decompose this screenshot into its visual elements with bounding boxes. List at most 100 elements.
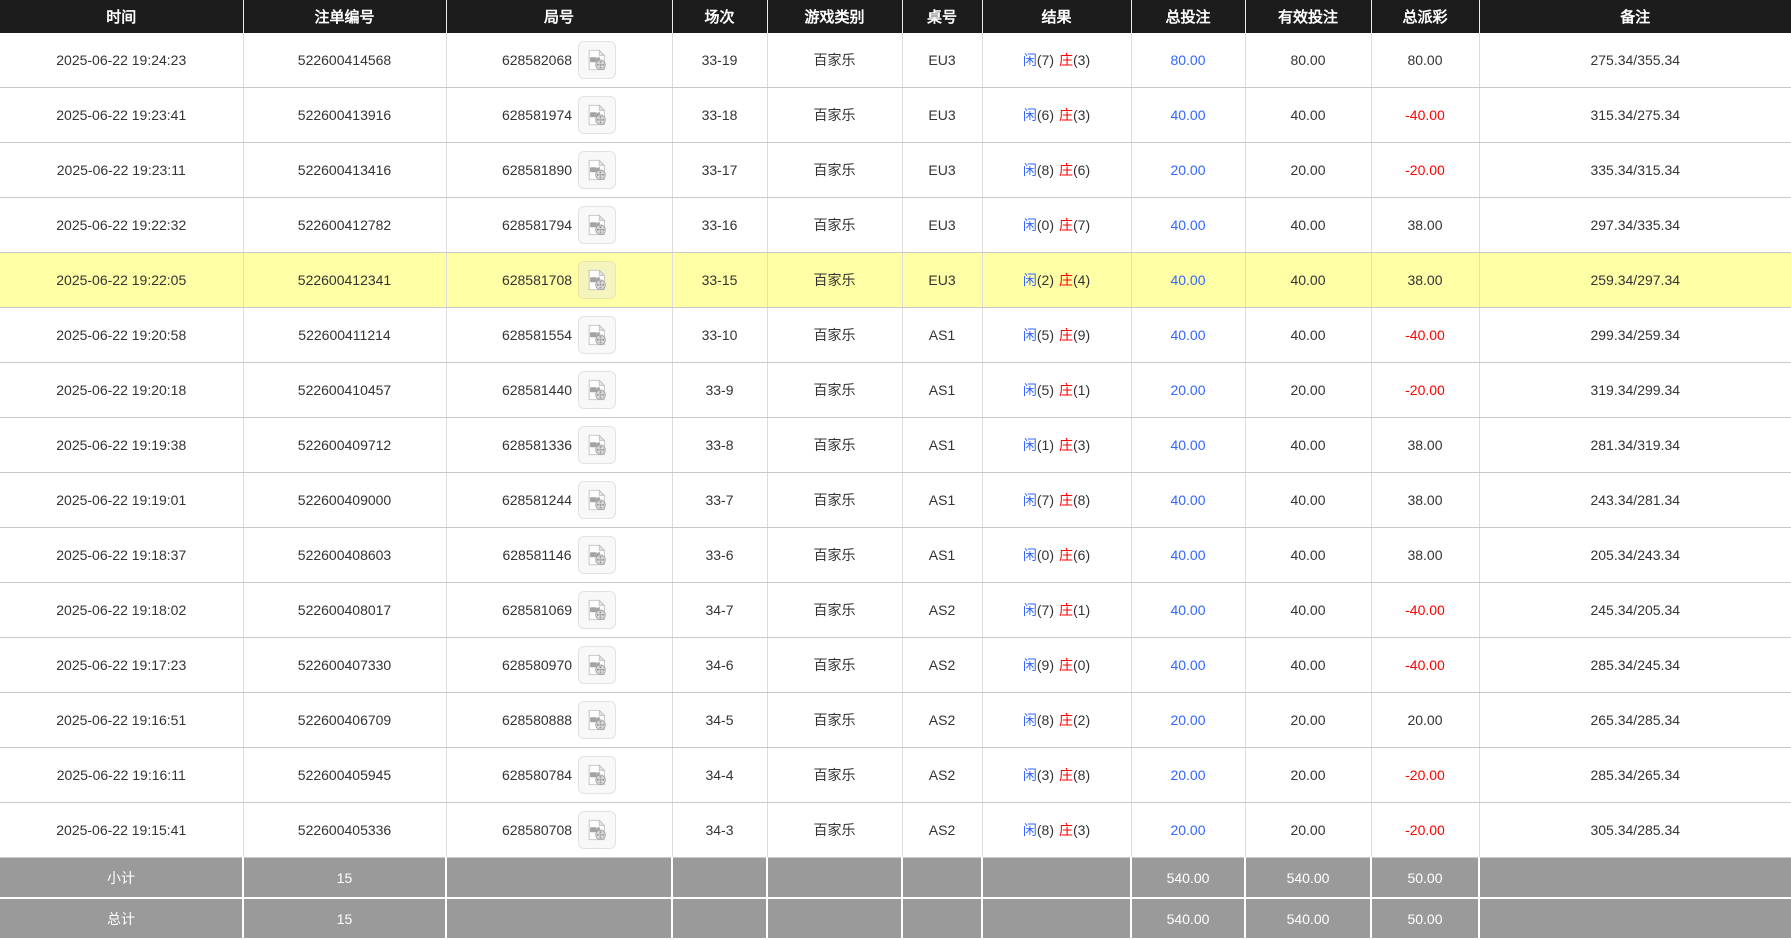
cell-table-id: AS1: [902, 362, 983, 418]
column-header-table_id: 桌号: [902, 0, 983, 33]
cell-bet-id: 522600409000: [243, 472, 447, 528]
table-header-row: 时间 注单编号 局号 场次 游戏类别 桌号 结果 总投注 有效投注 总派彩 备注: [0, 0, 1791, 33]
result-banker-label: 庄: [1059, 437, 1073, 453]
result-banker-score: (7): [1073, 217, 1091, 233]
table-row[interactable]: 2025-06-22 19:23:11 522600413416 6285818…: [0, 142, 1791, 198]
table-row[interactable]: 2025-06-22 19:19:38 522600409712 6285813…: [0, 417, 1791, 473]
video-playback-button[interactable]: [578, 756, 617, 794]
cell-valid-bet: 40.00: [1245, 417, 1372, 473]
table-row[interactable]: 2025-06-22 19:16:11 522600405945 6285807…: [0, 747, 1791, 803]
result-banker-label: 庄: [1059, 602, 1073, 618]
result-banker-label: 庄: [1059, 272, 1073, 288]
result-player-score: (5): [1036, 327, 1054, 343]
table-row[interactable]: 2025-06-22 19:18:02 522600408017 6285810…: [0, 582, 1791, 638]
video-playback-button[interactable]: [578, 261, 617, 299]
video-playback-icon: [585, 708, 609, 732]
video-playback-icon: [585, 158, 609, 182]
video-playback-button[interactable]: [578, 151, 617, 189]
table-row[interactable]: 2025-06-22 19:15:41 522600405336 6285807…: [0, 802, 1791, 858]
cell-time: 2025-06-22 19:18:37: [0, 527, 244, 583]
video-playback-icon: [585, 48, 609, 72]
cell-bet-id: 522600408017: [243, 582, 447, 638]
round-number: 628581974: [501, 107, 573, 123]
cell-valid-bet: 40.00: [1245, 472, 1372, 528]
column-header-session: 场次: [672, 0, 768, 33]
cell-payout: -20.00: [1371, 142, 1480, 198]
cell-game-type: 百家乐: [767, 252, 903, 308]
video-playback-icon: [585, 598, 609, 622]
cell-time: 2025-06-22 19:18:02: [0, 582, 244, 638]
cell-payout: 80.00: [1371, 33, 1480, 88]
cell-bet-id: 522600412782: [243, 197, 447, 253]
cell-round: 628581440: [446, 362, 673, 418]
cell-round: 628580970: [446, 637, 673, 693]
table-row[interactable]: 2025-06-22 19:23:41 522600413916 6285819…: [0, 87, 1791, 143]
result-banker-score: (6): [1073, 547, 1091, 563]
table-row[interactable]: 2025-06-22 19:20:18 522600410457 6285814…: [0, 362, 1791, 418]
summary-payout: 50.00: [1371, 898, 1480, 940]
result-player-score: (7): [1036, 52, 1054, 68]
video-playback-icon: [585, 763, 609, 787]
video-playback-button[interactable]: [577, 536, 616, 574]
cell-time: 2025-06-22 19:20:18: [0, 362, 244, 418]
cell-time: 2025-06-22 19:24:23: [0, 33, 244, 88]
table-row[interactable]: 2025-06-22 19:16:51 522600406709 6285808…: [0, 692, 1791, 748]
cell-payout: -40.00: [1371, 637, 1480, 693]
video-playback-button[interactable]: [578, 371, 617, 409]
table-row[interactable]: 2025-06-22 19:18:37 522600408603 6285811…: [0, 527, 1791, 583]
result-player-label: 闲: [1022, 657, 1037, 673]
cell-remark: 243.34/281.34: [1479, 472, 1791, 528]
result-player-score: (7): [1036, 492, 1054, 508]
table-row[interactable]: 2025-06-22 19:24:23 522600414568 6285820…: [0, 33, 1791, 88]
cell-valid-bet: 20.00: [1245, 362, 1372, 418]
table-row[interactable]: 2025-06-22 19:19:01 522600409000 6285812…: [0, 472, 1791, 528]
result-banker-score: (3): [1073, 437, 1091, 453]
result-player-score: (5): [1036, 382, 1054, 398]
cell-valid-bet: 40.00: [1245, 307, 1372, 363]
result-player-score: (0): [1036, 547, 1054, 563]
cell-bet-id: 522600410457: [243, 362, 447, 418]
video-playback-button[interactable]: [578, 701, 617, 739]
video-playback-button[interactable]: [578, 811, 617, 849]
video-playback-button[interactable]: [578, 646, 617, 684]
cell-game-type: 百家乐: [767, 197, 903, 253]
summary-total-bet: 540.00: [1131, 898, 1246, 940]
round-number: 628581069: [501, 602, 573, 618]
cell-round: 628581708: [446, 252, 673, 308]
cell-result: 闲(9) 庄(0): [982, 637, 1132, 693]
table-row[interactable]: 2025-06-22 19:22:32 522600412782 6285817…: [0, 197, 1791, 253]
cell-time: 2025-06-22 19:16:51: [0, 692, 244, 748]
video-playback-button[interactable]: [578, 41, 617, 79]
result-banker-label: 庄: [1059, 547, 1073, 563]
cell-time: 2025-06-22 19:15:41: [0, 802, 244, 858]
cell-session: 34-6: [672, 637, 768, 693]
video-playback-button[interactable]: [578, 426, 617, 464]
cell-game-type: 百家乐: [767, 33, 903, 88]
cell-payout: 38.00: [1371, 197, 1480, 253]
result-banker-score: (4): [1073, 272, 1091, 288]
result-player-label: 闲: [1022, 767, 1037, 783]
cell-result: 闲(6) 庄(3): [982, 87, 1132, 143]
cell-bet-id: 522600411214: [243, 307, 447, 363]
cell-table-id: EU3: [902, 197, 983, 253]
cell-remark: 315.34/275.34: [1479, 87, 1791, 143]
cell-valid-bet: 20.00: [1245, 142, 1372, 198]
cell-game-type: 百家乐: [767, 582, 903, 638]
cell-result: 闲(3) 庄(8): [982, 747, 1132, 803]
cell-remark: 297.34/335.34: [1479, 197, 1791, 253]
cell-game-type: 百家乐: [767, 87, 903, 143]
cell-game-type: 百家乐: [767, 637, 903, 693]
video-playback-button[interactable]: [578, 481, 617, 519]
cell-remark: 259.34/297.34: [1479, 252, 1791, 308]
result-banker-score: (0): [1073, 657, 1091, 673]
video-playback-button[interactable]: [578, 96, 617, 134]
table-row[interactable]: 2025-06-22 19:22:05 522600412341 6285817…: [0, 252, 1791, 308]
result-banker-label: 庄: [1059, 382, 1073, 398]
cell-result: 闲(8) 庄(3): [982, 802, 1132, 858]
table-row[interactable]: 2025-06-22 19:17:23 522600407330 6285809…: [0, 637, 1791, 693]
table-row[interactable]: 2025-06-22 19:20:58 522600411214 6285815…: [0, 307, 1791, 363]
video-playback-button[interactable]: [578, 316, 617, 354]
video-playback-button[interactable]: [578, 591, 617, 629]
video-playback-button[interactable]: [578, 206, 617, 244]
round-number: 628581336: [501, 437, 573, 453]
